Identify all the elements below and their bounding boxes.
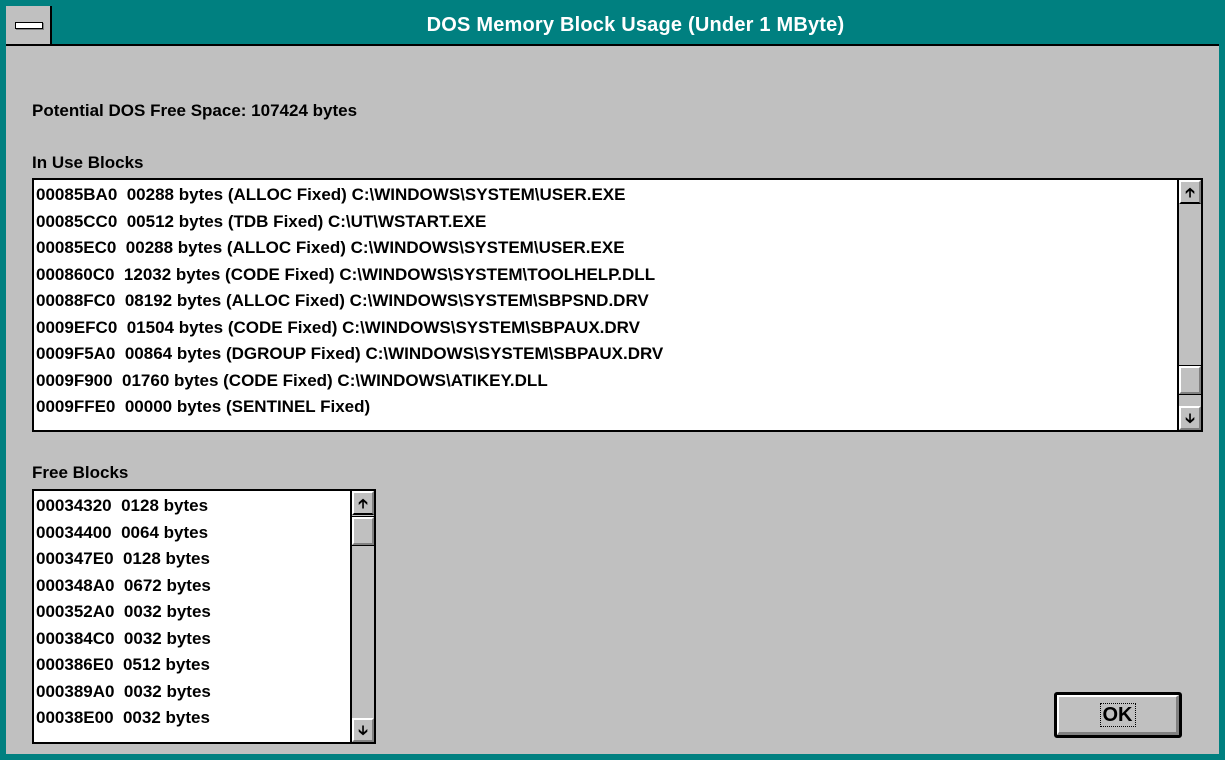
dialog-window: DOS Memory Block Usage (Under 1 MByte) P…: [0, 0, 1225, 760]
scroll-up-button[interactable]: 🡱: [1179, 180, 1201, 204]
list-item[interactable]: 000347E0 0128 bytes: [34, 546, 374, 573]
list-item[interactable]: 00034320 0128 bytes: [34, 493, 374, 520]
list-item[interactable]: 00034400 0064 bytes: [34, 520, 374, 547]
window-title: DOS Memory Block Usage (Under 1 MByte): [426, 14, 845, 36]
ok-button[interactable]: OK: [1054, 692, 1182, 738]
in-use-blocks-label: In Use Blocks: [32, 153, 144, 172]
in-use-blocks-list[interactable]: 00085BA0 00288 bytes (ALLOC Fixed) C:\WI…: [32, 178, 1203, 432]
arrow-up-icon: 🡱: [357, 495, 369, 511]
list-item[interactable]: 00085BA0 00288 bytes (ALLOC Fixed) C:\WI…: [34, 182, 1201, 209]
free-space-summary: Potential DOS Free Space: 107424 bytes: [32, 101, 358, 120]
arrow-down-icon: 🡳: [1184, 410, 1196, 426]
scroll-thumb[interactable]: [1178, 365, 1202, 395]
system-menu-button[interactable]: [6, 6, 52, 44]
list-item[interactable]: 00038E00 0032 bytes: [34, 705, 374, 732]
free-blocks-label: Free Blocks: [32, 463, 129, 482]
arrow-up-icon: 🡱: [1184, 184, 1196, 200]
scroll-thumb[interactable]: [351, 516, 375, 546]
title-bar[interactable]: DOS Memory Block Usage (Under 1 MByte): [6, 6, 1219, 46]
system-menu-icon: [15, 22, 43, 29]
list-item[interactable]: 000348A0 0672 bytes: [34, 573, 374, 600]
list-item[interactable]: 00085CC0 00512 bytes (TDB Fixed) C:\UT\W…: [34, 209, 1201, 236]
scroll-down-button[interactable]: 🡳: [352, 718, 374, 742]
list-item[interactable]: 0009FFE0 00000 bytes (SENTINEL Fixed): [34, 394, 1201, 421]
ok-button-label: OK: [1099, 703, 1136, 727]
list-item[interactable]: 000860C0 12032 bytes (CODE Fixed) C:\WIN…: [34, 262, 1201, 289]
free-blocks-scrollbar[interactable]: 🡱 🡳: [350, 491, 375, 742]
list-item[interactable]: 00085EC0 00288 bytes (ALLOC Fixed) C:\WI…: [34, 235, 1201, 262]
list-item[interactable]: 000389A0 0032 bytes: [34, 679, 374, 706]
list-item[interactable]: 000352A0 0032 bytes: [34, 599, 374, 626]
list-item[interactable]: 000384C0 0032 bytes: [34, 626, 374, 653]
scroll-down-button[interactable]: 🡳: [1179, 406, 1201, 430]
list-item[interactable]: 0009F5A0 00864 bytes (DGROUP Fixed) C:\W…: [34, 341, 1201, 368]
free-blocks-list[interactable]: 00034320 0128 bytes 00034400 0064 bytes …: [32, 489, 376, 744]
arrow-down-icon: 🡳: [357, 722, 369, 738]
list-item[interactable]: 00088FC0 08192 bytes (ALLOC Fixed) C:\WI…: [34, 288, 1201, 315]
list-item[interactable]: 000386E0 0512 bytes: [34, 652, 374, 679]
list-item[interactable]: 0009F900 01760 bytes (CODE Fixed) C:\WIN…: [34, 368, 1201, 395]
list-item[interactable]: 0009EFC0 01504 bytes (CODE Fixed) C:\WIN…: [34, 315, 1201, 342]
scroll-up-button[interactable]: 🡱: [352, 491, 374, 515]
in-use-scrollbar[interactable]: 🡱 🡳: [1177, 180, 1202, 430]
